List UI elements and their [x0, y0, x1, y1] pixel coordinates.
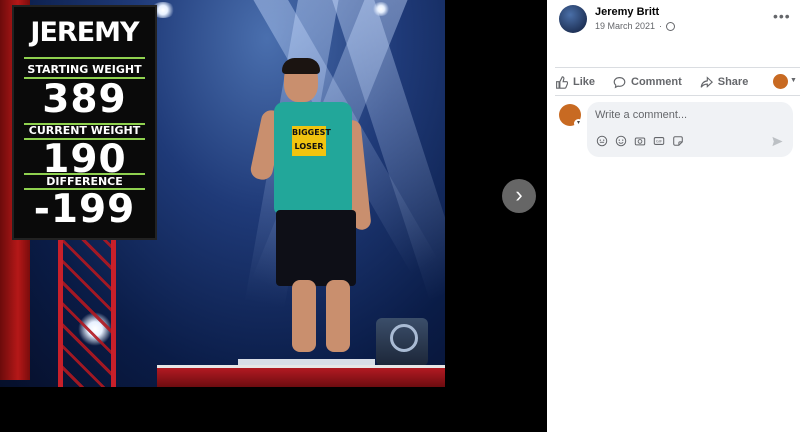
shirt-logo: BIGGEST LOSER	[292, 126, 331, 156]
starting-weight-label: STARTING WEIGHT	[27, 63, 142, 76]
sticker-icon[interactable]	[672, 135, 684, 147]
next-photo-button[interactable]: ›	[502, 179, 536, 213]
photo-viewer-page: JEREMY STARTING WEIGHT 389 CURRENT WEIGH…	[0, 0, 800, 432]
comment-input[interactable]	[595, 109, 775, 121]
chevron-right-icon: ›	[515, 182, 523, 207]
stage-base	[157, 365, 445, 387]
divider	[555, 95, 800, 96]
starting-weight-value: 389	[42, 77, 127, 122]
contestant-shorts	[276, 210, 356, 286]
meta-separator: ·	[659, 21, 663, 31]
comment-tools: GIF	[596, 135, 684, 147]
share-button[interactable]: Share	[700, 75, 749, 89]
divider	[555, 67, 800, 68]
contestant-hair	[282, 58, 320, 74]
author-name[interactable]: Jeremy Britt	[595, 6, 659, 18]
avatar-sticker-icon[interactable]	[596, 135, 608, 147]
stage-light-fixture	[376, 318, 428, 366]
reaction-avatar[interactable]	[773, 74, 788, 89]
post-photo[interactable]: JEREMY STARTING WEIGHT 389 CURRENT WEIGH…	[0, 0, 445, 387]
current-weight-label: CURRENT WEIGHT	[28, 124, 141, 137]
camera-icon[interactable]	[634, 135, 646, 147]
contestant-name: JEREMY	[30, 17, 139, 48]
stage-spotlight	[372, 2, 390, 16]
share-label: Share	[717, 76, 749, 88]
contestant-leg	[292, 280, 316, 352]
share-icon	[700, 75, 713, 88]
comment-button[interactable]: Comment	[613, 76, 682, 89]
gif-icon[interactable]: GIF	[653, 135, 665, 147]
send-icon[interactable]	[771, 135, 784, 148]
post-date[interactable]: 19 March 2021	[595, 21, 655, 31]
like-button[interactable]: Like	[555, 75, 596, 89]
contestant-leg	[326, 280, 350, 352]
weight-scoreboard: JEREMY STARTING WEIGHT 389 CURRENT WEIGH…	[12, 5, 157, 240]
contestant-shirt	[274, 102, 352, 214]
post-meta: 19 March 2021 ·	[595, 21, 676, 31]
photo-viewer: JEREMY STARTING WEIGHT 389 CURRENT WEIGH…	[0, 0, 547, 432]
post-side-panel: Jeremy Britt 19 March 2021 · ••• Like Co…	[547, 0, 800, 432]
comment-icon	[613, 76, 626, 88]
board-divider	[24, 57, 145, 59]
globe-icon[interactable]	[666, 21, 676, 31]
chevron-down-icon[interactable]: ▾	[574, 119, 583, 128]
like-label: Like	[573, 76, 596, 88]
post-actions: Like Comment Share	[555, 71, 800, 93]
author-avatar[interactable]	[559, 5, 587, 33]
comment-label: Comment	[631, 76, 682, 88]
svg-text:GIF: GIF	[656, 139, 662, 144]
difference-value: -199	[33, 187, 136, 232]
like-icon	[556, 75, 568, 89]
contestant-figure: BIGGEST LOSER	[248, 58, 380, 360]
stage-truss	[58, 240, 116, 387]
caret-down-icon[interactable]: ▼	[790, 77, 797, 84]
more-options-icon[interactable]: •••	[773, 8, 791, 24]
comment-composer: GIF	[587, 102, 793, 157]
emoji-icon[interactable]	[615, 135, 627, 147]
